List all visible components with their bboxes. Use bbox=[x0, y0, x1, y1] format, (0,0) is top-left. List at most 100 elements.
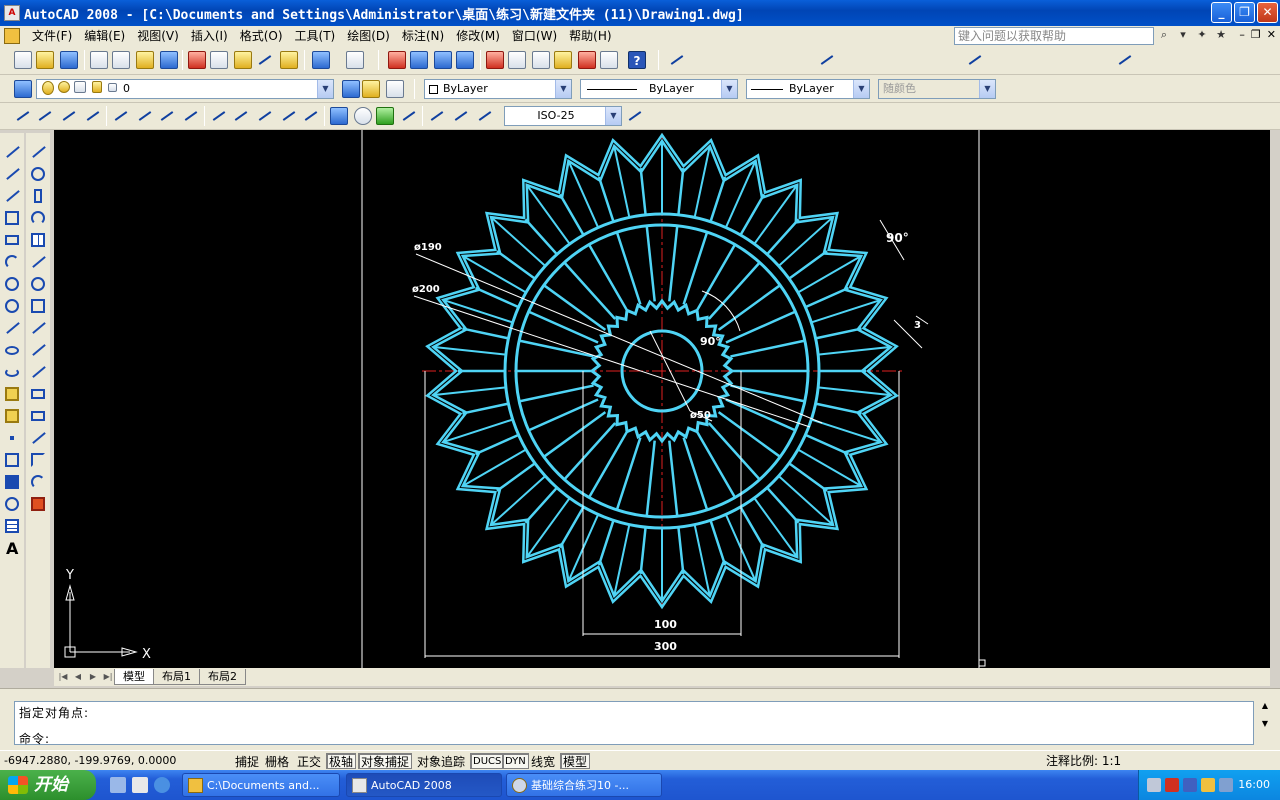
gradient-icon[interactable] bbox=[3, 473, 21, 491]
menu-format[interactable]: 格式(O) bbox=[234, 26, 289, 46]
restore-button[interactable]: ❐ bbox=[1234, 2, 1255, 23]
chevron-down-icon[interactable]: ▼ bbox=[853, 80, 869, 98]
construction-line-icon[interactable] bbox=[3, 165, 21, 183]
revision-cloud-icon[interactable] bbox=[3, 297, 21, 315]
volume-icon[interactable] bbox=[1201, 778, 1215, 792]
multileader-style-icon[interactable] bbox=[1116, 51, 1134, 69]
hatch-icon[interactable] bbox=[3, 451, 21, 469]
tab-layout2[interactable]: 布局2 bbox=[199, 669, 246, 685]
zoom-realtime-icon[interactable] bbox=[410, 51, 428, 69]
layer-viewport-icon[interactable] bbox=[74, 81, 86, 93]
move-icon[interactable] bbox=[29, 253, 47, 271]
scale-icon[interactable] bbox=[29, 297, 47, 315]
ellipse-icon[interactable] bbox=[3, 341, 21, 359]
command-history[interactable]: 指定对角点: 命令: bbox=[14, 701, 1254, 746]
make-object-layer-current-icon[interactable] bbox=[342, 80, 360, 98]
line-icon[interactable] bbox=[3, 143, 21, 161]
task-explorer-window[interactable]: C:\Documents and... bbox=[182, 773, 340, 797]
break-at-point-icon[interactable] bbox=[29, 385, 47, 403]
dim-ordinate-icon[interactable] bbox=[84, 107, 102, 125]
menu-modify[interactable]: 修改(M) bbox=[450, 26, 506, 46]
show-desktop-icon[interactable] bbox=[110, 777, 126, 793]
next-tab-arrow-icon[interactable]: ▶ bbox=[86, 670, 100, 684]
fillet-icon[interactable] bbox=[29, 473, 47, 491]
3d-dwf-icon[interactable] bbox=[160, 51, 178, 69]
multiline-text-icon[interactable]: A bbox=[3, 539, 21, 558]
dim-text-edit-icon[interactable] bbox=[452, 107, 470, 125]
layer-states-icon[interactable] bbox=[386, 80, 404, 98]
otrack-toggle[interactable]: 对象追踪 bbox=[414, 753, 468, 769]
zoom-previous-icon[interactable] bbox=[456, 51, 474, 69]
dim-break-icon[interactable] bbox=[302, 107, 320, 125]
network-icon[interactable] bbox=[1147, 778, 1161, 792]
chevron-down-icon[interactable]: ▾ bbox=[1175, 27, 1191, 43]
linetype-select[interactable]: ByLayer ▼ bbox=[580, 79, 738, 99]
doc-restore-button[interactable]: ❐ bbox=[1251, 28, 1261, 41]
trim-icon[interactable] bbox=[29, 341, 47, 359]
table-icon[interactable] bbox=[3, 517, 21, 535]
search-icon[interactable]: ⌕ bbox=[1156, 27, 1172, 43]
dim-arc-length-icon[interactable] bbox=[60, 107, 78, 125]
match-properties-icon[interactable] bbox=[256, 51, 274, 69]
menu-window[interactable]: 窗口(W) bbox=[506, 26, 563, 46]
tab-model[interactable]: 模型 bbox=[114, 669, 154, 685]
dimension-style-icon[interactable] bbox=[626, 107, 644, 125]
layer-previous-icon[interactable] bbox=[362, 80, 380, 98]
inspection-icon[interactable] bbox=[376, 107, 394, 125]
menu-view[interactable]: 视图(V) bbox=[131, 26, 185, 46]
circle-icon[interactable] bbox=[3, 275, 21, 293]
calculator-icon[interactable] bbox=[600, 51, 618, 69]
region-icon[interactable] bbox=[3, 495, 21, 513]
layer-thaw-sun-icon[interactable] bbox=[58, 81, 70, 93]
block-editor-icon[interactable] bbox=[280, 51, 298, 69]
plot-preview-icon[interactable] bbox=[112, 51, 130, 69]
dim-edit-icon[interactable] bbox=[428, 107, 446, 125]
menu-edit[interactable]: 编辑(E) bbox=[78, 26, 131, 46]
grid-toggle[interactable]: 栅格 bbox=[262, 753, 292, 769]
make-block-icon[interactable] bbox=[3, 407, 21, 425]
vertical-scrollbar[interactable] bbox=[1270, 130, 1280, 668]
minimize-button[interactable]: _ bbox=[1211, 2, 1232, 23]
open-file-icon[interactable] bbox=[36, 51, 54, 69]
dim-linear-icon[interactable] bbox=[14, 107, 32, 125]
dim-angular-icon[interactable] bbox=[182, 107, 200, 125]
explode-icon[interactable] bbox=[29, 495, 47, 513]
last-tab-arrow-icon[interactable]: ▶| bbox=[101, 670, 115, 684]
menu-tools[interactable]: 工具(T) bbox=[289, 26, 342, 46]
antivirus-icon[interactable] bbox=[1165, 778, 1179, 792]
favorites-star-icon[interactable]: ★ bbox=[1213, 27, 1229, 43]
layer-lock-icon[interactable] bbox=[92, 81, 102, 93]
jogged-linear-icon[interactable] bbox=[400, 107, 418, 125]
dyn-toggle[interactable]: DYN bbox=[502, 753, 529, 769]
plot-icon[interactable] bbox=[90, 51, 108, 69]
dim-baseline-icon[interactable] bbox=[232, 107, 250, 125]
help-search-input[interactable]: 键入问题以获取帮助 bbox=[954, 27, 1154, 45]
chamfer-icon[interactable] bbox=[29, 451, 47, 469]
dim-style-icon[interactable] bbox=[818, 51, 836, 69]
menu-help[interactable]: 帮助(H) bbox=[563, 26, 617, 46]
polygon-icon[interactable] bbox=[3, 209, 21, 227]
menu-insert[interactable]: 插入(I) bbox=[185, 26, 234, 46]
design-center-icon[interactable] bbox=[508, 51, 526, 69]
tab-layout1[interactable]: 布局1 bbox=[153, 669, 200, 685]
dim-aligned-icon[interactable] bbox=[36, 107, 54, 125]
help-tray-icon[interactable] bbox=[1219, 778, 1233, 792]
annotation-scale[interactable]: 注释比例: 1:1 bbox=[1046, 753, 1121, 769]
polyline-icon[interactable] bbox=[3, 187, 21, 205]
zoom-window-icon[interactable] bbox=[434, 51, 452, 69]
ducs-toggle[interactable]: DUCS bbox=[470, 753, 505, 769]
chevron-down-icon[interactable]: ▼ bbox=[555, 80, 571, 98]
drawing-canvas[interactable]: ø190 ø200 ø50 90° 90° 3 100 300 Y X bbox=[54, 130, 1280, 668]
dim-continue-icon[interactable] bbox=[256, 107, 274, 125]
coordinate-readout[interactable]: -6947.2880, -199.9769, 0.0000 bbox=[4, 753, 226, 769]
snap-toggle[interactable]: 捕捉 bbox=[232, 753, 262, 769]
text-style-icon[interactable] bbox=[668, 51, 686, 69]
insert-block-icon[interactable] bbox=[3, 385, 21, 403]
sheet-set-icon[interactable] bbox=[554, 51, 572, 69]
help-icon[interactable]: ? bbox=[628, 51, 646, 69]
lineweight-select[interactable]: ByLayer ▼ bbox=[746, 79, 870, 99]
layer-on-bulb-icon[interactable] bbox=[42, 81, 54, 95]
prev-tab-arrow-icon[interactable]: ◀ bbox=[71, 670, 85, 684]
dim-style-select-2[interactable]: ISO-25 ▼ bbox=[504, 106, 622, 126]
markup-icon[interactable] bbox=[578, 51, 596, 69]
